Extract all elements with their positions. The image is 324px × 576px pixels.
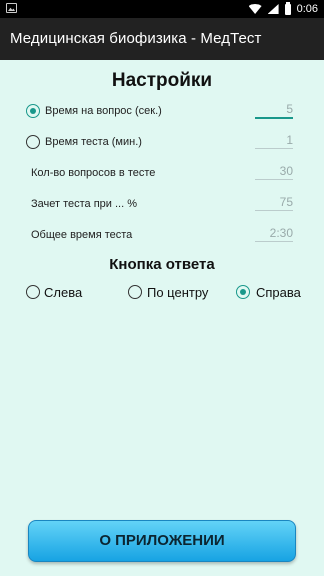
- image-notification-icon: [6, 3, 17, 13]
- total-time-label: Общее время теста: [31, 229, 133, 241]
- app-bar: Медицинская биофизика - МедТест: [0, 18, 324, 60]
- status-bar: 0:06: [0, 0, 324, 18]
- answer-center-label[interactable]: По центру: [147, 285, 208, 300]
- test-time-input[interactable]: 1: [257, 133, 293, 147]
- settings-title: Настройки: [111, 70, 213, 91]
- pass-percent-input[interactable]: 75: [257, 195, 293, 209]
- answer-left-label[interactable]: Слева: [44, 285, 82, 300]
- answer-left-radio[interactable]: [26, 285, 40, 299]
- question-count-underline: [255, 179, 293, 180]
- answer-center-radio[interactable]: [128, 285, 142, 299]
- pass-percent-underline: [255, 210, 293, 211]
- app-title: Медицинская биофизика - МедТест: [10, 30, 262, 47]
- pass-percent-label: Зачет теста при ... %: [31, 198, 137, 210]
- total-time-underline: [255, 241, 293, 242]
- test-time-radio[interactable]: [26, 135, 40, 149]
- test-time-underline: [255, 148, 293, 149]
- about-app-button[interactable]: О ПРИЛОЖЕНИИ: [28, 520, 296, 562]
- question-count-input[interactable]: 30: [257, 164, 293, 178]
- answer-right-radio[interactable]: [236, 285, 250, 299]
- answer-button-title: Кнопка ответа: [109, 256, 215, 273]
- question-count-label: Кол-во вопросов в тесте: [31, 167, 156, 179]
- time-per-question-label: Время на вопрос (сек.): [45, 105, 162, 117]
- time-per-question-input[interactable]: 5: [257, 102, 293, 116]
- test-time-label: Время теста (мин.): [45, 136, 142, 148]
- battery-icon: [284, 1, 291, 15]
- status-time: 0:06: [296, 3, 318, 15]
- time-per-question-underline: [255, 117, 293, 119]
- total-time-value: 2:30: [269, 226, 293, 240]
- signal-icon: [267, 4, 279, 14]
- status-icons: 0:06: [248, 1, 318, 16]
- answer-right-label[interactable]: Справа: [256, 285, 301, 300]
- wifi-icon: [248, 4, 262, 14]
- time-per-question-radio[interactable]: [26, 104, 40, 118]
